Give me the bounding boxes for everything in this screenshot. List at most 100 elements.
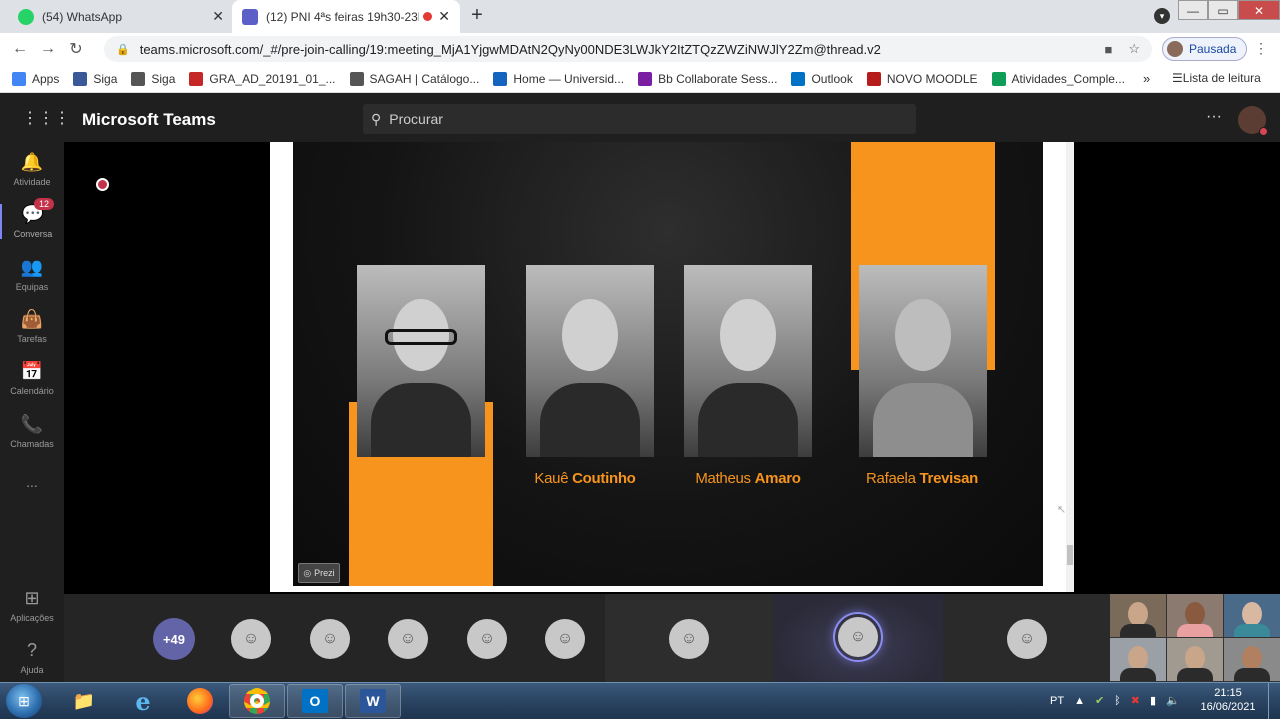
bookmark-label: Bb Collaborate Sess... [658, 71, 778, 86]
rail-item-tasks[interactable]: 👜 Tarefas [0, 309, 64, 344]
media-control-icon[interactable]: ▾ [1154, 8, 1170, 24]
person-photo [357, 265, 485, 457]
participant-video[interactable] [1110, 594, 1166, 637]
back-arrow-icon[interactable]: ← [6, 40, 34, 58]
bookmark-item[interactable]: Atividades_Comple... [991, 71, 1125, 86]
minimize-button[interactable]: — [1178, 0, 1208, 20]
participant-video[interactable] [1110, 638, 1166, 681]
participant-avatar-icon[interactable]: ☺ [310, 619, 350, 659]
new-tab-button[interactable]: + [466, 5, 488, 27]
more-participants-button[interactable]: +49 [153, 618, 195, 660]
outlook-icon[interactable]: O [287, 684, 343, 718]
bookmark-favicon-icon [73, 71, 88, 86]
tab-close-icon[interactable]: ✕ [438, 8, 450, 25]
phone-icon: 📞 [20, 414, 44, 434]
scrollbar-thumb[interactable] [1067, 545, 1073, 565]
bookmark-item[interactable]: Outlook [791, 71, 853, 86]
reading-list-label: Lista de leitura [1182, 71, 1261, 85]
network-warning-icon[interactable]: ✖ [1131, 694, 1140, 707]
participant-avatar-icon[interactable]: ☺ [231, 619, 271, 659]
chrome-menu-icon[interactable]: ⋮ [1254, 40, 1268, 57]
close-window-button[interactable]: ✕ [1238, 0, 1280, 20]
rail-item-chat[interactable]: 💬 12 Conversa [0, 198, 64, 239]
camera-icon[interactable]: ■ [1104, 42, 1112, 57]
bookmark-favicon-icon [493, 71, 508, 86]
tab-whatsapp[interactable]: (54) WhatsApp ✕ [8, 0, 234, 33]
bookmark-item[interactable]: Home — Universid... [493, 71, 624, 86]
participant-video[interactable] [1224, 638, 1280, 681]
bookmark-item[interactable]: SAGAH | Catálogo... [349, 71, 479, 86]
rail-item-teams[interactable]: 👥 Equipas [0, 257, 64, 292]
word-icon[interactable]: W [345, 684, 401, 718]
rail-item-calls[interactable]: 📞 Chamadas [0, 414, 64, 449]
user-avatar[interactable] [1238, 106, 1268, 136]
whatsapp-icon [18, 8, 34, 25]
search-input[interactable]: ⚲ Procurar [363, 104, 916, 134]
prezi-badge[interactable]: ◎ Prezi [298, 563, 340, 583]
bookmark-favicon-icon [349, 71, 364, 86]
participant-avatar-icon[interactable]: ☺ [467, 619, 507, 659]
reading-list-button[interactable]: ☰ Lista de leitura [1172, 71, 1261, 85]
tray-up-arrow-icon[interactable]: ▲ [1074, 695, 1085, 707]
prezi-label: Prezi [314, 568, 335, 578]
tab-close-icon[interactable]: ✕ [212, 8, 224, 25]
participant-avatar-icon[interactable]: ☺ [838, 617, 878, 657]
browser-toolbar: ← → ↻ 🔒 teams.microsoft.com/_#/pre-join-… [0, 33, 1280, 65]
language-indicator[interactable]: PT [1050, 695, 1064, 707]
rail-label: Calendário [10, 386, 54, 396]
bookmark-star-icon[interactable]: ☆ [1128, 41, 1140, 57]
rail-more-apps[interactable]: ... [0, 474, 64, 490]
bookmark-favicon-icon [131, 71, 146, 86]
bookmark-item[interactable]: Siga [131, 71, 176, 86]
participant-video[interactable] [1167, 594, 1223, 637]
participant-video[interactable] [1167, 638, 1223, 681]
more-options-icon[interactable]: ··· [1206, 108, 1222, 126]
volume-icon[interactable]: 🔈 [1166, 694, 1180, 707]
reading-list-icon: ☰ [1172, 71, 1183, 85]
windows-start-button[interactable]: ⊞ [6, 684, 42, 718]
bookmark-item[interactable]: Apps [12, 71, 59, 86]
rail-item-activity[interactable]: 🔔 Atividade [0, 152, 64, 187]
profile-label: Pausada [1189, 42, 1237, 56]
bookmark-item[interactable]: Siga [73, 71, 117, 86]
prezi-logo-icon: ◎ [303, 567, 312, 578]
taskbar-clock[interactable]: 21:15 16/06/2021 [1196, 686, 1260, 714]
rail-label: Aplicações [10, 613, 54, 623]
chrome-icon[interactable] [229, 684, 285, 718]
rail-item-apps[interactable]: ⊞ Aplicações [0, 588, 64, 623]
rail-label: Atividade [13, 177, 51, 187]
rail-item-help[interactable]: ? Ajuda [0, 640, 64, 675]
bookmark-label: Siga [151, 71, 176, 86]
participant-avatar-icon[interactable]: ☺ [545, 619, 585, 659]
bookmark-label: GRA_AD_20191_01_... [209, 71, 336, 86]
rail-label: Chamadas [10, 439, 54, 449]
participant-avatar-icon[interactable]: ☺ [388, 619, 428, 659]
lock-icon[interactable]: 🔒 [116, 43, 130, 56]
antivirus-icon[interactable]: ✔ [1095, 694, 1104, 707]
participant-video[interactable] [1224, 594, 1280, 637]
profile-button[interactable]: Pausada [1162, 37, 1248, 61]
participant-avatar-icon[interactable]: ☺ [1007, 619, 1047, 659]
scrollbar[interactable] [1066, 142, 1074, 592]
app-title: Microsoft Teams [82, 110, 216, 129]
show-desktop-button[interactable] [1268, 683, 1280, 719]
signal-icon[interactable]: ▮ [1150, 694, 1156, 707]
bookmark-item[interactable]: NOVO MOODLE [866, 71, 978, 86]
maximize-button[interactable]: ▭ [1208, 0, 1238, 20]
address-bar[interactable]: 🔒 teams.microsoft.com/_#/pre-join-callin… [104, 36, 1152, 62]
participant-avatar-icon[interactable]: ☺ [669, 619, 709, 659]
person-name: Rafaela Trevisan [866, 470, 978, 487]
reload-icon[interactable]: ↻ [62, 39, 90, 59]
bookmark-item[interactable]: GRA_AD_20191_01_... [189, 71, 336, 86]
app-launcher-icon[interactable]: ⋮⋮⋮ [22, 108, 70, 128]
forward-arrow-icon[interactable]: → [34, 40, 62, 58]
firefox-icon[interactable] [172, 684, 228, 718]
bluetooth-icon[interactable]: ᛒ [1114, 695, 1121, 707]
file-explorer-icon[interactable]: 📁 [56, 684, 112, 718]
internet-explorer-icon[interactable]: e [115, 684, 171, 718]
rail-item-calendar[interactable]: 📅 Calendário [0, 361, 64, 396]
person-name: Kauê Coutinho [534, 470, 636, 487]
bookmark-item[interactable]: Bb Collaborate Sess... [638, 71, 778, 86]
bookmarks-overflow-icon[interactable]: » [1143, 71, 1150, 86]
tab-teams-meeting[interactable]: (12) PNI 4ªs feiras 19h30-23h ✕ [232, 0, 460, 33]
